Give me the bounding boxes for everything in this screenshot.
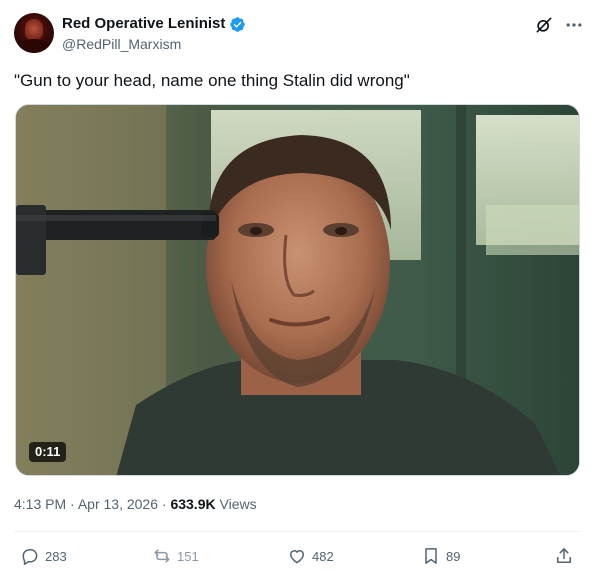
bookmark-count: 89 bbox=[446, 548, 461, 564]
author-display-name[interactable]: Red Operative Leninist bbox=[62, 15, 225, 33]
bookmark-button[interactable]: 89 bbox=[421, 543, 460, 569]
reply-icon bbox=[22, 549, 38, 565]
share-button[interactable] bbox=[554, 543, 574, 569]
video-frame bbox=[16, 105, 579, 475]
author-name-row: Red Operative Leninist bbox=[62, 15, 246, 33]
bookmark-icon bbox=[425, 548, 437, 564]
like-count: 482 bbox=[312, 548, 334, 564]
avatar-face bbox=[25, 19, 43, 41]
video-player[interactable]: 0:11 bbox=[15, 104, 580, 476]
heart-icon bbox=[290, 550, 304, 564]
action-bar: 283 151 482 89 bbox=[14, 543, 581, 569]
views-count: 633.9K bbox=[170, 496, 216, 512]
tweet-header: Red Operative Leninist @RedPill_Marxism bbox=[14, 13, 584, 55]
grok-icon[interactable] bbox=[534, 15, 554, 35]
video-duration: 0:11 bbox=[29, 442, 67, 462]
share-icon bbox=[557, 548, 571, 563]
header-icons bbox=[534, 15, 584, 35]
views-label: Views bbox=[219, 496, 257, 512]
reply-count: 283 bbox=[45, 548, 67, 564]
meta-separator: · bbox=[70, 496, 75, 512]
avatar[interactable] bbox=[14, 13, 54, 53]
repost-icon bbox=[154, 549, 170, 563]
reply-button[interactable]: 283 bbox=[20, 543, 67, 569]
avatar-shoulders bbox=[18, 39, 50, 53]
tweet-meta: 4:13 PM · Apr 13, 2026 · 633.9K Views bbox=[14, 495, 257, 513]
more-icon[interactable] bbox=[564, 15, 584, 35]
author-handle[interactable]: @RedPill_Marxism bbox=[62, 35, 181, 53]
verified-badge-icon[interactable] bbox=[229, 16, 246, 33]
repost-button[interactable]: 151 bbox=[152, 543, 199, 569]
tweet-text: "Gun to your head, name one thing Stalin… bbox=[14, 71, 410, 90]
meta-separator: · bbox=[161, 496, 167, 512]
tweet-date[interactable]: Apr 13, 2026 bbox=[78, 496, 158, 512]
repost-count: 151 bbox=[177, 548, 199, 564]
tweet-time[interactable]: 4:13 PM bbox=[14, 496, 66, 512]
divider bbox=[14, 531, 581, 532]
like-button[interactable]: 482 bbox=[287, 543, 334, 569]
